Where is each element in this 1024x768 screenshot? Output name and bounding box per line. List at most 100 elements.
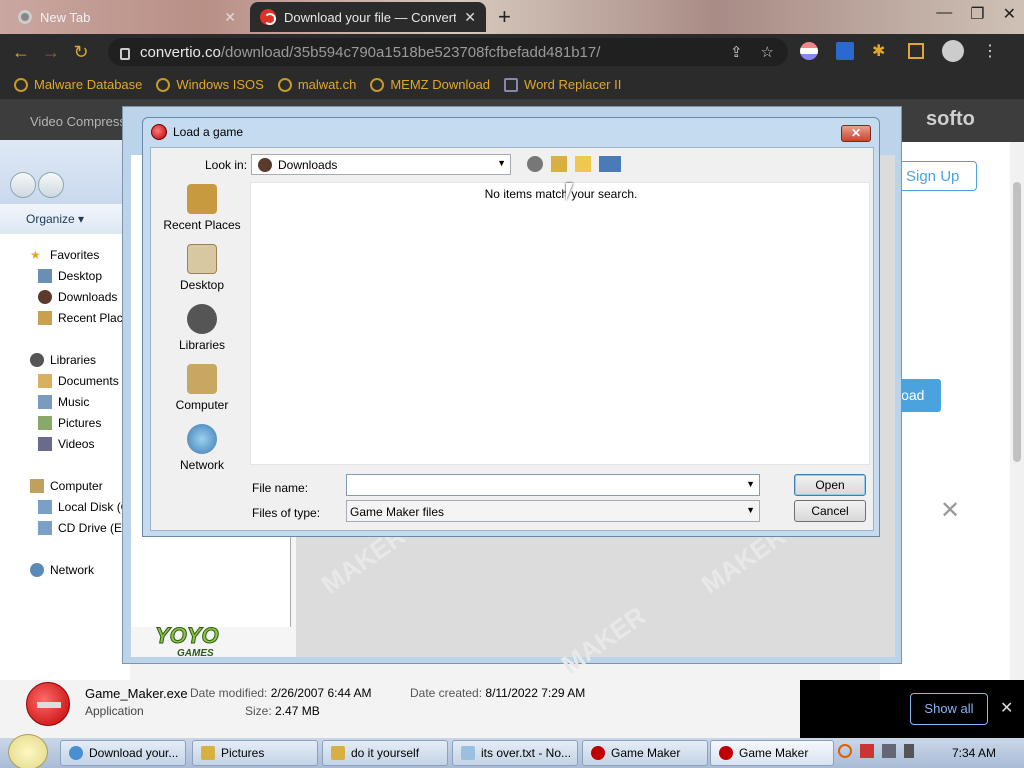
flag-alert-icon[interactable] <box>860 744 874 758</box>
bookmark-word-replacer[interactable]: Word Replacer II <box>504 77 621 92</box>
download-file-type: Application <box>85 704 144 718</box>
clock[interactable]: 7:34 AM <box>952 746 996 760</box>
bookmark-malwatch[interactable]: malwat.ch <box>277 77 356 92</box>
dialog-body: Look in: Downloads ▼ Recent Places Deskt… <box>150 147 874 531</box>
flag-extension-icon[interactable] <box>800 42 818 60</box>
star-icon: ★ <box>30 248 41 262</box>
taskbar-item-pictures[interactable]: Pictures <box>192 740 318 766</box>
share-icon[interactable]: ⇪ <box>730 43 743 61</box>
reload-icon[interactable]: ↻ <box>66 42 96 63</box>
explorer-forward-icon[interactable] <box>38 172 64 198</box>
ad-close-icon[interactable]: ✕ <box>940 496 960 525</box>
game-maker-icon <box>151 124 167 140</box>
nav-pictures[interactable]: Pictures <box>38 416 101 430</box>
bookmark-malware-database[interactable]: Malware Database <box>14 77 142 92</box>
taskbar-item-notepad[interactable]: its over.txt - No... <box>452 740 578 766</box>
open-button[interactable]: Open <box>794 474 866 496</box>
nav-computer[interactable]: Computer <box>30 479 103 493</box>
place-recent-places[interactable]: Recent Places <box>157 184 247 232</box>
explorer-back-icon[interactable] <box>10 172 36 198</box>
nav-downloads[interactable]: Downloads <box>38 290 117 304</box>
network-icon <box>187 424 217 454</box>
taskbar-item-game-maker-active[interactable]: Game Maker <box>710 740 834 766</box>
nav-cd-drive[interactable]: CD Drive (E:) <box>38 521 129 535</box>
lock-icon <box>120 48 130 60</box>
taskbar-item-game-maker[interactable]: Game Maker <box>582 740 708 766</box>
new-folder-icon[interactable] <box>575 156 591 172</box>
organize-menu[interactable]: Organize ▾ <box>0 204 130 234</box>
start-button[interactable] <box>8 734 48 768</box>
forward-icon[interactable]: → <box>36 42 66 63</box>
game-maker-icon <box>591 746 605 760</box>
places-bar: Recent Places Desktop Libraries Computer… <box>157 182 247 492</box>
files-of-type-label: Files of type: <box>252 506 321 520</box>
network-tray-icon[interactable] <box>882 744 896 758</box>
taskbar: Download your... Pictures do it yourself… <box>0 734 1024 768</box>
notepad-icon <box>461 746 475 760</box>
place-network[interactable]: Network <box>157 424 247 472</box>
extension-area: ✱ ⋮ <box>800 40 998 62</box>
date-created: Date created: 8/11/2022 7:29 AM <box>410 686 586 700</box>
back-icon[interactable]: ← <box>6 42 36 63</box>
show-all-button[interactable]: Show all <box>910 693 988 725</box>
tab-close-icon[interactable]: ✕ <box>464 9 476 26</box>
download-bar-close-icon[interactable]: ✕ <box>1000 698 1013 718</box>
dialog-titlebar: Load a game <box>151 124 243 140</box>
word-replacer-extension-icon[interactable] <box>836 42 854 60</box>
cd-drive-icon <box>38 521 52 535</box>
tab-title: Download your file — Convertio <box>284 9 457 25</box>
new-tab-button[interactable]: + <box>498 4 511 30</box>
nav-recent-places[interactable]: Recent Places <box>38 311 135 325</box>
up-folder-icon[interactable] <box>551 156 567 172</box>
scrollbar-thumb[interactable] <box>1013 182 1021 462</box>
profile-avatar[interactable] <box>942 40 964 62</box>
game-maker-file-icon <box>26 682 70 726</box>
back-icon[interactable] <box>527 156 543 172</box>
page-scrollbar[interactable] <box>1010 142 1024 682</box>
nav-videos[interactable]: Videos <box>38 437 94 451</box>
look-in-dropdown[interactable]: Downloads ▼ <box>251 154 511 175</box>
chevron-down-icon[interactable]: ▼ <box>746 479 755 489</box>
nav-favorites[interactable]: ★ Favorites <box>30 248 99 262</box>
nav-network[interactable]: Network <box>30 563 94 577</box>
bookmark-star-icon[interactable]: ☆ <box>761 43 774 61</box>
file-list[interactable]: No items match your search. <box>250 182 870 465</box>
taskbar-item-do-it-yourself[interactable]: do it yourself <box>322 740 448 766</box>
signup-button[interactable]: Sign Up <box>893 161 977 191</box>
view-menu-icon[interactable] <box>599 156 621 172</box>
taskbar-item-browser[interactable]: Download your... <box>60 740 186 766</box>
window-controls: — ❐ ✕ <box>936 4 1016 24</box>
place-desktop[interactable]: Desktop <box>157 244 247 292</box>
place-computer[interactable]: Computer <box>157 364 247 412</box>
files-of-type-select[interactable]: Game Maker files ▼ <box>346 500 760 522</box>
minimize-icon[interactable]: — <box>936 4 952 24</box>
dialog-close-button[interactable]: ✕ <box>841 125 871 142</box>
tab-new-tab[interactable]: New Tab ✕ <box>8 2 246 32</box>
place-libraries[interactable]: Libraries <box>157 304 247 352</box>
nav-desktop[interactable]: Desktop <box>38 269 102 283</box>
videos-icon <box>38 437 52 451</box>
nav-documents[interactable]: Documents <box>38 374 119 388</box>
puzzle-extensions-icon[interactable]: ✱ <box>872 41 890 61</box>
cancel-button[interactable]: Cancel <box>794 500 866 522</box>
tab-close-icon[interactable]: ✕ <box>224 9 236 26</box>
dialog-title: Load a game <box>173 125 244 139</box>
file-size: Size: 2.47 MB <box>245 704 320 718</box>
address-bar[interactable]: convertio.co/download/35b594c790a1518be5… <box>108 38 788 66</box>
search-icon[interactable] <box>838 744 852 758</box>
volume-icon[interactable] <box>904 744 914 758</box>
bookmark-windows-isos[interactable]: Windows ISOS <box>156 77 264 92</box>
menu-kebab-icon[interactable]: ⋮ <box>982 41 998 61</box>
maximize-icon[interactable]: ❐ <box>970 4 984 24</box>
file-name-input[interactable]: ▼ <box>346 474 760 496</box>
nav-music[interactable]: Music <box>38 395 89 409</box>
convertio-icon <box>260 9 276 25</box>
sidepanel-icon[interactable] <box>908 43 924 59</box>
download-file-name[interactable]: Game_Maker.exe <box>85 686 188 701</box>
nav-libraries[interactable]: Libraries <box>30 353 96 367</box>
system-tray <box>838 744 914 758</box>
site-logo[interactable]: softo <box>926 108 975 131</box>
bookmark-memz-download[interactable]: MEMZ Download <box>370 77 490 92</box>
close-window-icon[interactable]: ✕ <box>1003 4 1016 24</box>
tab-convertio[interactable]: Download your file — Convertio ✕ <box>250 2 486 32</box>
